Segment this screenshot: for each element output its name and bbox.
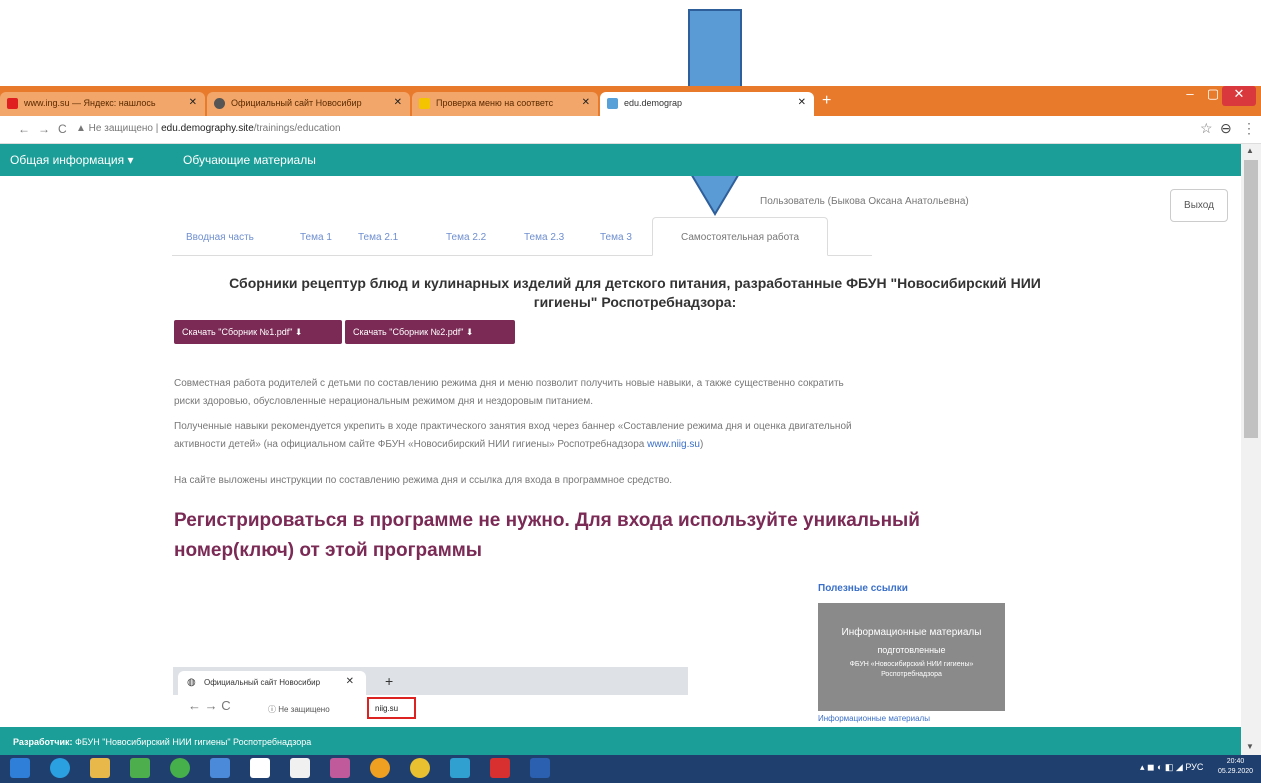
tab-topic-3[interactable]: Тема 3 bbox=[600, 232, 632, 243]
tab-topic-2-2[interactable]: Тема 2.2 bbox=[446, 232, 486, 243]
registration-notice-line: Регистрироваться в программе не нужно. Д… bbox=[174, 510, 920, 531]
embedded-nav-icons: ← → C bbox=[188, 698, 231, 713]
bookmark-star-icon[interactable]: ☆ bbox=[1200, 120, 1213, 137]
info-materials-banner[interactable]: Информационные материалы подготовленные … bbox=[818, 603, 1005, 711]
browser-tab-title: Проверка меню на соответс bbox=[436, 98, 554, 108]
office-app-icon[interactable] bbox=[130, 758, 150, 778]
forward-button[interactable]: → bbox=[38, 122, 50, 136]
skype-icon[interactable] bbox=[450, 758, 470, 778]
app-icon[interactable] bbox=[370, 758, 390, 778]
site-favicon-icon bbox=[214, 98, 225, 109]
nav-training-materials[interactable]: Обучающие материалы bbox=[183, 153, 316, 167]
system-tray[interactable]: ▴ ◼ ◐ ◧ ◢ РУС bbox=[1140, 762, 1203, 773]
tab-intro[interactable]: Вводная часть bbox=[186, 232, 254, 243]
paragraph-line: Совместная работа родителей с детьми по … bbox=[174, 378, 844, 389]
current-user-label: Пользователь (Быкова Оксана Анатольевна) bbox=[760, 196, 969, 207]
logout-button[interactable]: Выход bbox=[1170, 189, 1228, 222]
paragraph-text: активности детей» (на официальном сайте … bbox=[174, 439, 648, 450]
useful-links-title: Полезные ссылки bbox=[818, 583, 908, 594]
word-icon[interactable] bbox=[530, 758, 550, 778]
tab-independent-work[interactable]: Самостоятельная работа bbox=[652, 217, 828, 256]
tab-topic-2-3[interactable]: Тема 2.3 bbox=[524, 232, 564, 243]
paragraph-line: риски здоровью, обусловленные нерационал… bbox=[174, 396, 593, 407]
account-icon[interactable]: ⊖ bbox=[1220, 120, 1232, 137]
document-app-icon[interactable] bbox=[250, 758, 270, 778]
file-explorer-icon[interactable] bbox=[90, 758, 110, 778]
nav-general-info-dropdown[interactable]: Общая информация ▾ bbox=[10, 153, 134, 167]
tab-topic-2-1[interactable]: Тема 2.1 bbox=[358, 232, 398, 243]
reload-button[interactable]: C bbox=[58, 122, 67, 136]
url-host: edu.demography.site bbox=[161, 123, 254, 134]
browser-tab-2[interactable]: Официальный сайт Новосибир ✕ bbox=[207, 92, 410, 116]
banner-line: Роспотребнадзора bbox=[881, 671, 942, 678]
clock-time: 20:40 bbox=[1226, 758, 1245, 765]
site-footer: Разработчик: ФБУН "Новосибирский НИИ гиг… bbox=[0, 727, 1241, 755]
internet-explorer-icon[interactable] bbox=[50, 758, 70, 778]
embedded-url-highlight: niig.su bbox=[367, 697, 416, 719]
display-app-icon[interactable] bbox=[210, 758, 230, 778]
minimize-button[interactable]: – bbox=[1178, 86, 1202, 106]
scroll-up-icon[interactable]: ▲ bbox=[1246, 146, 1254, 155]
back-button[interactable]: ← bbox=[18, 122, 30, 136]
browser-tab-4-active[interactable]: edu.demograp ✕ bbox=[600, 92, 814, 116]
section-heading-line: гигиены" Роспотребнадзора: bbox=[533, 294, 737, 310]
browser-tab-1[interactable]: www.ing.su — Яндекс: нашлось ✕ bbox=[0, 92, 205, 116]
browser-tab-title: www.ing.su — Яндекс: нашлось bbox=[24, 98, 156, 108]
close-icon: ✕ bbox=[345, 676, 354, 687]
embedded-address-bar bbox=[173, 695, 688, 727]
info-materials-link[interactable]: Информационные материалы bbox=[818, 714, 930, 723]
footer-label: Разработчик: bbox=[13, 737, 73, 747]
registration-notice: Регистрироваться в программе не нужно. Д… bbox=[174, 506, 1074, 566]
browser-tab-title: Официальный сайт Новосибир bbox=[231, 98, 362, 108]
new-tab-button[interactable]: + bbox=[822, 92, 831, 110]
scroll-down-icon[interactable]: ▼ bbox=[1246, 742, 1254, 751]
download-collection-2-button[interactable]: Скачать "Сборник №2.pdf" ⬇ bbox=[345, 320, 515, 344]
mail-app-icon[interactable] bbox=[330, 758, 350, 778]
footer-text: ФБУН "Новосибирский НИИ гигиены" Роспотр… bbox=[72, 737, 312, 747]
close-icon[interactable]: ✕ bbox=[394, 97, 402, 108]
scrollbar-thumb[interactable] bbox=[1244, 160, 1258, 438]
paragraph-skills: Полученные навыки рекомендуется укрепить… bbox=[174, 418, 852, 454]
acrobat-icon[interactable] bbox=[490, 758, 510, 778]
embedded-security-label: ⓘ Не защищено bbox=[268, 705, 330, 714]
app-icon[interactable] bbox=[170, 758, 190, 778]
registration-notice-line: номер(ключ) от этой программы bbox=[174, 540, 483, 561]
close-window-button[interactable]: ✕ bbox=[1222, 86, 1256, 106]
embedded-tab: ◍ Официальный сайт Новосибир ✕ bbox=[178, 671, 366, 695]
paragraph-instructions: На сайте выложены инструкции по составле… bbox=[174, 475, 673, 486]
paragraph-line: Полученные навыки рекомендуется укрепить… bbox=[174, 421, 852, 432]
url-path: /trainings/education bbox=[253, 123, 341, 134]
download-collection-1-button[interactable]: Скачать "Сборник №1.pdf" ⬇ bbox=[174, 320, 342, 344]
yandex-icon bbox=[7, 98, 18, 109]
embedded-tab-title: Официальный сайт Новосибир bbox=[204, 678, 321, 687]
embedded-new-tab-icon: + bbox=[385, 673, 394, 689]
browser-tab-title: edu.demograp bbox=[624, 98, 683, 108]
close-icon[interactable]: ✕ bbox=[798, 97, 806, 108]
url-field[interactable]: ▲ Не защищено | edu.demography.site/trai… bbox=[76, 123, 341, 134]
security-indicator[interactable]: ▲ Не защищено bbox=[76, 123, 153, 134]
site-favicon-icon bbox=[607, 98, 618, 109]
tab-topic-1[interactable]: Тема 1 bbox=[300, 232, 332, 243]
section-heading: Сборники рецептур блюд и кулинарных изде… bbox=[170, 274, 1100, 312]
paragraph-text: ) bbox=[699, 439, 704, 450]
site-favicon-icon bbox=[419, 98, 430, 109]
home-app-icon[interactable] bbox=[290, 758, 310, 778]
paragraph-joint-work: Совместная работа родителей с детьми по … bbox=[174, 375, 844, 411]
banner-line: подготовленные bbox=[877, 645, 946, 655]
maximize-button[interactable]: ▢ bbox=[1204, 86, 1222, 106]
browser-tab-3[interactable]: Проверка меню на соответс ✕ bbox=[412, 92, 598, 116]
site-favicon-icon: ◍ bbox=[187, 677, 196, 688]
paragraph-line: активности детей» (на официальном сайте … bbox=[174, 436, 852, 454]
chrome-icon[interactable] bbox=[410, 758, 430, 778]
clock-date: 05.29.2020 bbox=[1218, 768, 1254, 775]
banner-line: Информационные материалы bbox=[841, 627, 982, 638]
close-icon[interactable]: ✕ bbox=[582, 97, 590, 108]
start-button-icon[interactable] bbox=[10, 758, 30, 778]
browser-menu-icon[interactable]: ⋮ bbox=[1242, 120, 1256, 137]
banner-line: ФБУН «Новосибирский НИИ гигиены» bbox=[849, 661, 974, 668]
close-icon[interactable]: ✕ bbox=[189, 97, 197, 108]
niig-site-link[interactable]: www.niig.su bbox=[647, 439, 700, 450]
taskbar-clock[interactable]: 20:40 05.29.2020 bbox=[1218, 757, 1253, 777]
section-heading-line: Сборники рецептур блюд и кулинарных изде… bbox=[229, 275, 1041, 291]
